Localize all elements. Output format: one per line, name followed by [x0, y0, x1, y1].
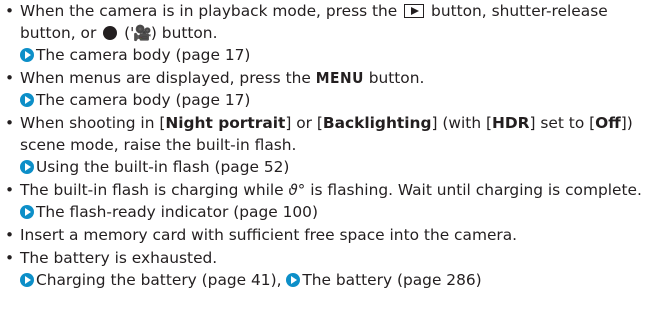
arrow-link-icon	[20, 93, 34, 107]
item-1-ref-text[interactable]: The camera body (page 17)	[36, 46, 250, 64]
item-3-ref-text[interactable]: Using the built-in flash (page 52)	[36, 158, 289, 176]
play-button-icon	[404, 4, 425, 18]
movie-icon: ꞌ🎥	[130, 24, 152, 42]
item-4-text-b: is flashing. Wait until charging is comp…	[305, 181, 642, 199]
item-3-text-c: ] (with [	[431, 114, 492, 132]
item-1-text-a: When the camera is in playback mode, pre…	[20, 2, 403, 20]
arrow-link-icon	[20, 205, 34, 219]
item-6-ref-2[interactable]: The battery (page 286)	[302, 271, 481, 289]
item-6-ref-1[interactable]: Charging the battery (page 41),	[36, 271, 286, 289]
item-4-text-a: The built-in flash is charging while	[20, 181, 289, 199]
bullet: •	[5, 2, 15, 20]
bullet: •	[5, 69, 15, 87]
bullet: •	[5, 181, 15, 199]
item-4-ref-text[interactable]: The flash-ready indicator (page 100)	[36, 203, 318, 221]
item-3-text-d: ] set to [	[529, 114, 596, 132]
hdr-label: HDR	[491, 114, 530, 132]
item-3-text-e: ])	[620, 114, 633, 132]
arrow-link-icon	[20, 273, 34, 287]
arrow-link-icon	[20, 160, 34, 174]
item-1-text-c: button, or	[20, 24, 102, 42]
item-2-text-b: button.	[363, 69, 425, 87]
bullet: •	[5, 249, 15, 267]
bullet: •	[5, 226, 15, 244]
flash-icon: ϑ°	[288, 181, 306, 199]
arrow-link-icon	[286, 273, 301, 287]
item-5-text: Insert a memory card with sufficient fre…	[20, 226, 518, 244]
item-3-text-b: ] or [	[285, 114, 323, 132]
paren-open: (	[119, 24, 131, 42]
item-6-text: The battery is exhausted.	[20, 249, 218, 267]
menu-button-label: MENU	[315, 69, 364, 87]
item-3-text-f: scene mode, raise the built-in flash.	[20, 136, 297, 154]
item-3-text-a: When shooting in [	[20, 114, 166, 132]
item-1-text-d: ) button.	[150, 24, 218, 42]
backlighting-label: Backlighting	[322, 114, 432, 132]
item-1-text-b: button, shutter-release	[426, 2, 608, 20]
night-portrait-label: Night portrait	[165, 114, 286, 132]
item-2-text-a: When menus are displayed, press the	[20, 69, 316, 87]
arrow-link-icon	[20, 48, 34, 62]
off-label: Off	[595, 114, 621, 132]
bullet: •	[5, 114, 15, 132]
record-dot-icon	[103, 26, 118, 40]
item-2-ref-text[interactable]: The camera body (page 17)	[36, 91, 250, 109]
